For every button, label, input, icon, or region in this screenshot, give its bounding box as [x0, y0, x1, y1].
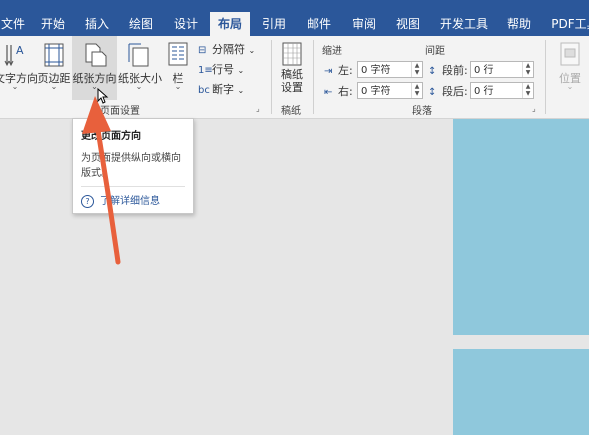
annotation-arrow	[82, 96, 121, 265]
mouse-cursor-icon	[97, 88, 109, 104]
